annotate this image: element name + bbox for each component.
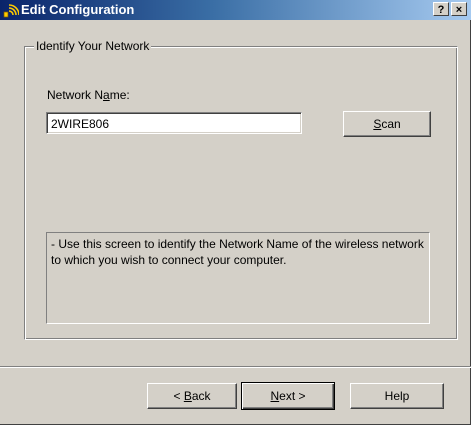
network-name-value: 2WIRE806 [51,117,110,131]
next-button-label: ext > [279,389,306,403]
back-button-prefix: < [173,389,184,403]
back-button-accel: B [183,389,192,403]
separator [0,366,471,368]
help-title-button[interactable]: ? [433,2,449,16]
network-name-label-start: Network N [47,88,104,102]
next-button[interactable]: Next > [241,382,335,410]
wireless-signal-icon [3,4,19,18]
next-button-accel: N [270,389,280,403]
network-name-input[interactable]: 2WIRE806 [46,112,302,134]
scan-button[interactable]: Scan [343,111,431,137]
back-button-label: ack [191,389,211,403]
network-name-label: Network Name: [47,87,130,103]
title-bar[interactable]: Edit Configuration ? × [0,0,471,20]
help-button[interactable]: Help [350,383,444,409]
close-button[interactable]: × [451,2,467,16]
network-name-label-accel: a [103,88,110,102]
network-name-label-end: me: [109,88,130,102]
group-label: Identify Your Network [34,38,152,54]
scan-button-label: can [381,117,401,131]
back-button[interactable]: < Back [147,383,237,409]
window-title: Edit Configuration [21,2,135,17]
edit-configuration-dialog: Edit Configuration ? × Identify Your Net… [0,0,471,425]
info-text: - Use this screen to identify the Networ… [51,237,424,267]
info-text-box: - Use this screen to identify the Networ… [46,232,430,324]
